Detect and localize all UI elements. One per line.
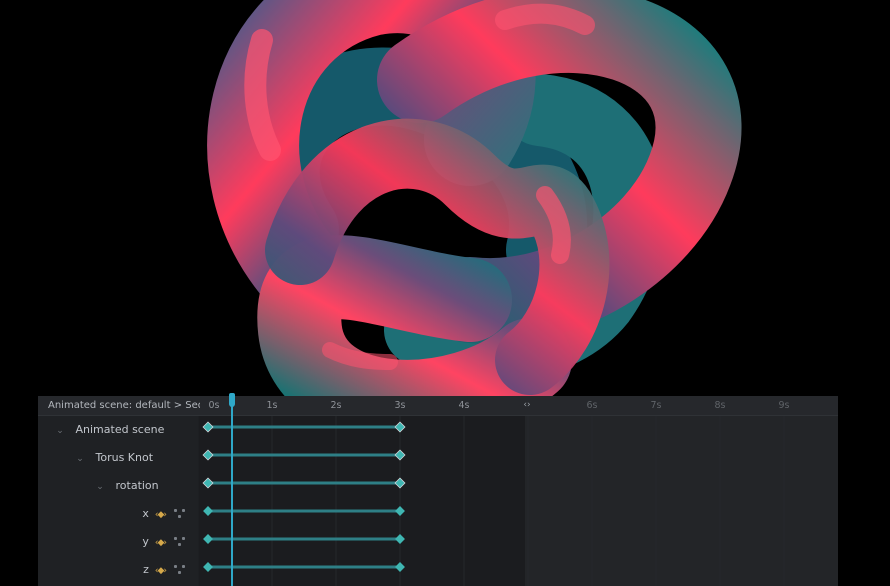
- prop-label: x: [142, 507, 149, 520]
- timeline-tick-label: 9s: [778, 400, 790, 411]
- tree-row-prop-y[interactable]: y ‹◆›: [38, 528, 198, 556]
- chevron-down-icon[interactable]: ⌄: [54, 417, 66, 445]
- sequence-editor-panel: Animated scene: default > Sequence 0s 1s 2…: [38, 396, 838, 586]
- keyframe-diamond[interactable]: [202, 449, 214, 461]
- chevron-down-icon[interactable]: ⌄: [74, 445, 86, 473]
- keyframe-diamond[interactable]: [203, 562, 213, 572]
- range-toggle-button[interactable]: ‹›: [519, 397, 535, 414]
- track-canvas[interactable]: [199, 416, 838, 586]
- timeline-tick-label: 7s: [650, 400, 662, 411]
- keyframe-diamond[interactable]: [394, 421, 406, 433]
- tree-row-prop-x[interactable]: x ‹◆›: [38, 500, 198, 528]
- keyframe-diamond[interactable]: [394, 449, 406, 461]
- keyframe-nav-icon[interactable]: ‹◆›: [155, 501, 167, 529]
- keyframe-diamond[interactable]: [395, 562, 405, 572]
- keyframe-diamond[interactable]: [202, 477, 214, 489]
- timeline-tick-label: 6s: [586, 400, 598, 411]
- keyframe-nav-icon[interactable]: ‹◆›: [155, 529, 167, 557]
- graph-editor-icon[interactable]: [174, 565, 186, 575]
- keyframe-diamond[interactable]: [203, 506, 213, 516]
- object-label: Torus Knot: [95, 451, 154, 464]
- prop-label: y: [142, 535, 149, 548]
- timeline-tick-label: 0s: [208, 400, 220, 411]
- timeline-tick-label: 3s: [394, 400, 406, 411]
- timeline-tick-label: 2s: [330, 400, 342, 411]
- property-tree: ⌄ Animated scene ⌄ Torus Knot ⌄ rotation…: [38, 416, 198, 586]
- sheet-label: Animated scene: [75, 423, 165, 436]
- keyframe-diamond[interactable]: [395, 506, 405, 516]
- prop-label: z: [143, 563, 149, 576]
- keyframe-nav-icon[interactable]: ‹◆›: [155, 557, 167, 585]
- breadcrumb[interactable]: Animated scene: default > Sequence: [48, 396, 200, 415]
- keyframe-tracks[interactable]: [199, 416, 838, 586]
- chevron-down-icon[interactable]: ⌄: [94, 473, 106, 501]
- tree-row-prop-z[interactable]: z ‹◆›: [38, 556, 198, 584]
- prop-group-label: rotation: [115, 479, 159, 492]
- graph-editor-icon[interactable]: [174, 509, 186, 519]
- timeline-tick-label: 1s: [266, 400, 278, 411]
- keyframe-diamond[interactable]: [203, 534, 213, 544]
- keyframe-diamond[interactable]: [202, 421, 214, 433]
- timeline-tick-label: 8s: [714, 400, 726, 411]
- keyframe-diamond[interactable]: [394, 477, 406, 489]
- sequence-editor-header: Animated scene: default > Sequence 0s 1s 2…: [38, 396, 838, 416]
- tree-row-sheet[interactable]: ⌄ Animated scene: [38, 416, 214, 444]
- playhead-line: [231, 404, 233, 586]
- graph-editor-icon[interactable]: [174, 537, 186, 547]
- timeline-tick-label: 4s: [458, 400, 470, 411]
- keyframe-diamond[interactable]: [395, 534, 405, 544]
